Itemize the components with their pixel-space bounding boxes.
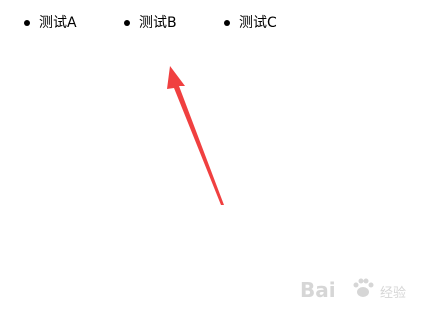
watermark: Bai 经验: [300, 268, 430, 308]
paw-icon: [353, 278, 374, 297]
watermark-suffix: 经验: [380, 286, 407, 301]
watermark-text: Bai: [300, 278, 336, 302]
